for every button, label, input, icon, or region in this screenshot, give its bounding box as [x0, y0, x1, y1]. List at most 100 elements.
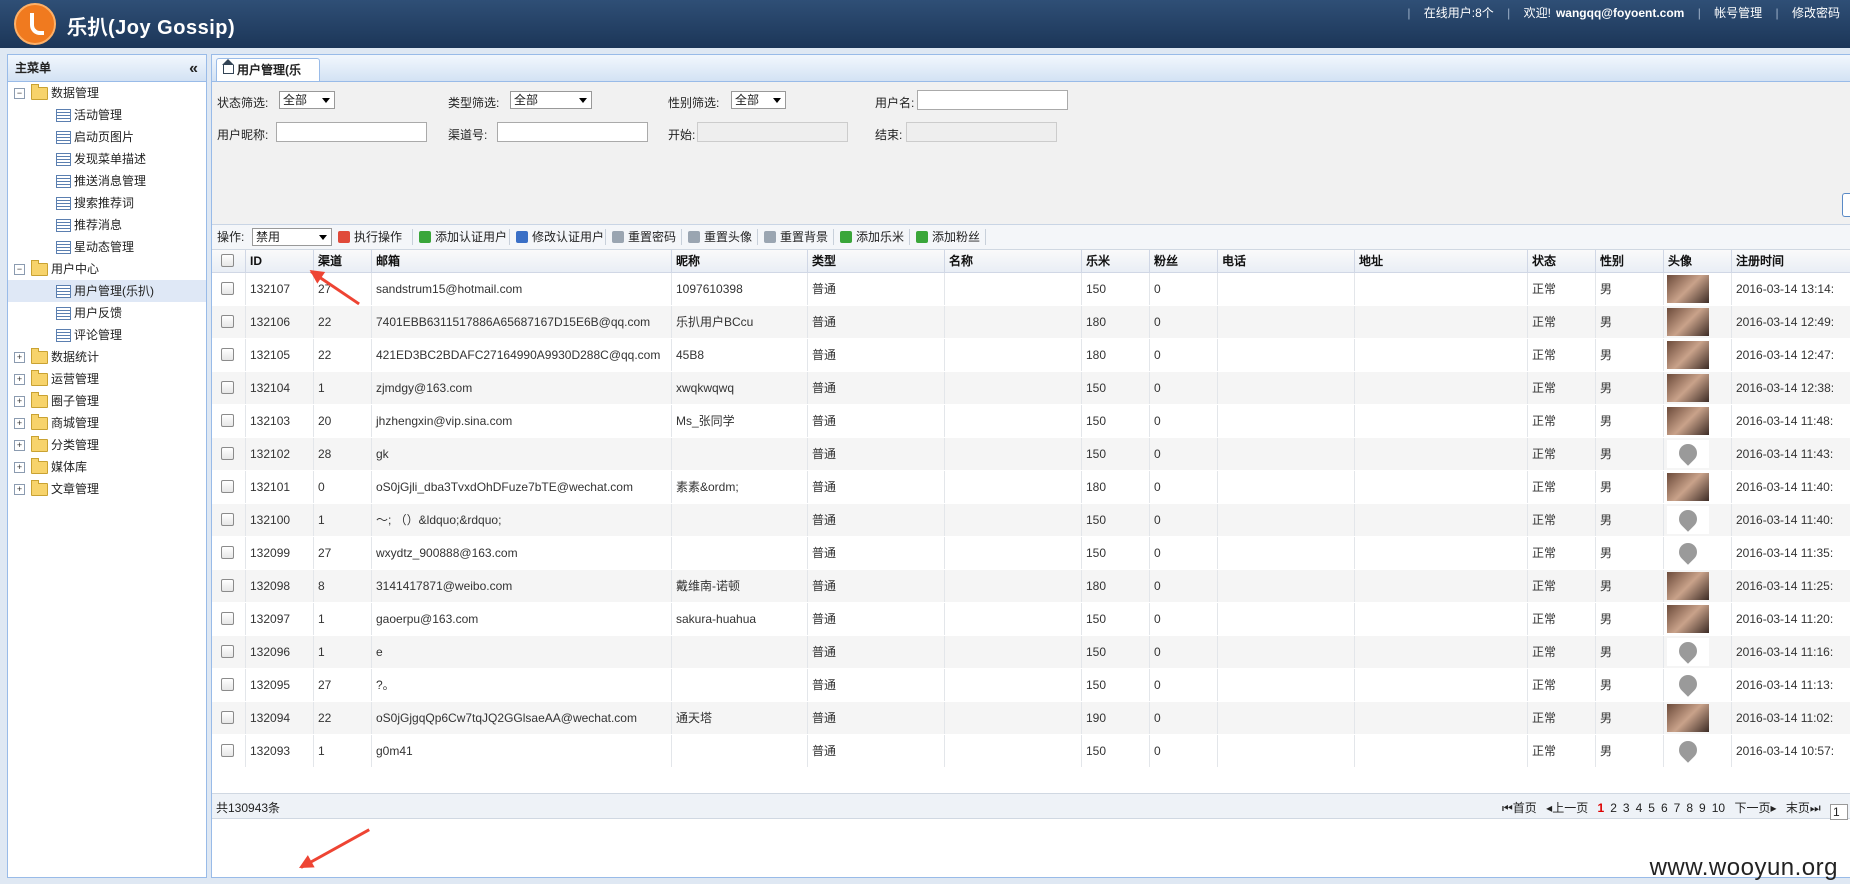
row-checkbox[interactable] [221, 513, 234, 526]
prev-page-button[interactable]: ◂上一页 [1546, 801, 1588, 815]
collapse-node-icon[interactable]: − [14, 88, 25, 99]
collapse-node-icon[interactable]: − [14, 264, 25, 275]
collapse-sidebar-icon[interactable]: « [189, 56, 198, 82]
column-header-fans[interactable]: 粉丝 [1150, 250, 1218, 272]
row-checkbox[interactable] [221, 612, 234, 625]
menu-item[interactable]: + 圈子管理 [8, 390, 206, 412]
column-header-gender[interactable]: 性别 [1596, 250, 1664, 272]
first-page-button[interactable]: ⏮首页 [1502, 801, 1537, 815]
avatar[interactable] [1667, 407, 1709, 435]
operation-select[interactable]: 禁用 [252, 228, 332, 246]
table-row[interactable]: 132093 1 g0m41 普通 150 0 正常男 2016-03-14 10:57: [212, 735, 1850, 768]
menu-item[interactable]: 发现菜单描述 [8, 148, 206, 170]
column-header-phone[interactable]: 电话 [1218, 250, 1355, 272]
row-checkbox[interactable] [221, 678, 234, 691]
default-avatar-icon[interactable] [1667, 440, 1709, 468]
default-avatar-icon[interactable] [1667, 539, 1709, 567]
column-header-email[interactable]: 邮箱 [372, 250, 672, 272]
add-verified-user-button[interactable]: 添加认证用户 [419, 229, 507, 245]
default-avatar-icon[interactable] [1667, 506, 1709, 534]
menu-item[interactable]: 评论管理 [8, 324, 206, 346]
table-row[interactable]: 132106 22 7401EBB6311517886A65687167D15E6B… [212, 306, 1850, 339]
tab-user-management[interactable]: 用户管理(乐 [216, 58, 320, 81]
username-input[interactable] [917, 90, 1068, 110]
avatar[interactable] [1667, 275, 1709, 303]
last-page-button[interactable]: 末页⏭ [1786, 801, 1821, 815]
menu-item[interactable]: + 运营管理 [8, 368, 206, 390]
page-number-link[interactable]: 3 [1623, 801, 1630, 815]
row-checkbox[interactable] [221, 744, 234, 757]
row-checkbox[interactable] [221, 282, 234, 295]
column-header-avatar[interactable]: 头像 [1664, 250, 1732, 272]
menu-item[interactable]: 推荐消息 [8, 214, 206, 236]
table-row[interactable]: 132096 1 e 普通 150 0 正常男 2016-03-14 11:16: [212, 636, 1850, 669]
reset-password-button[interactable]: 重置密码 [612, 229, 676, 245]
avatar[interactable] [1667, 605, 1709, 633]
avatar[interactable] [1667, 473, 1709, 501]
row-checkbox[interactable] [221, 645, 234, 658]
avatar[interactable] [1667, 308, 1709, 336]
menu-item[interactable]: 活动管理 [8, 104, 206, 126]
row-checkbox[interactable] [221, 579, 234, 592]
avatar[interactable] [1667, 704, 1709, 732]
reset-background-button[interactable]: 重置背景 [764, 229, 828, 245]
reset-avatar-button[interactable]: 重置头像 [688, 229, 752, 245]
table-row[interactable]: 132103 20 jhzhengxin@vip.sina.com Ms_张同学 普通 1… [212, 405, 1850, 438]
menu-item[interactable]: 用户管理(乐扒) [8, 280, 206, 302]
table-row[interactable]: 132104 1 zjmdgy@163.com xwqkwqwq 普通 150 0 正常男 20… [212, 372, 1850, 405]
avatar[interactable] [1667, 374, 1709, 402]
page-number-link[interactable]: 9 [1699, 801, 1706, 815]
page-number-input[interactable]: 1 [1830, 804, 1848, 820]
end-date-input[interactable] [906, 122, 1057, 142]
add-fans-button[interactable]: 添加粉丝 [916, 229, 980, 245]
table-row[interactable]: 132095 27?。 普通 150 0 正常男 2016-03-14 11:13: [212, 669, 1850, 702]
table-row[interactable]: 132107 27 sandstrum15@hotmail.com 109761039… [212, 273, 1850, 306]
column-header-channel[interactable]: 渠道 [314, 250, 372, 272]
page-number-link[interactable]: 4 [1636, 801, 1643, 815]
avatar[interactable] [1667, 572, 1709, 600]
expand-node-icon[interactable]: + [14, 396, 25, 407]
default-avatar-icon[interactable] [1667, 737, 1709, 765]
page-number-link[interactable]: 5 [1648, 801, 1655, 815]
menu-item[interactable]: + 文章管理 [8, 478, 206, 500]
execute-operation-button[interactable]: 执行操作 [338, 229, 402, 245]
page-number-link[interactable]: 8 [1686, 801, 1693, 815]
table-row[interactable]: 132101 0 oS0jGjli_dba3TvxdOhDFuze7bTE@wech… [212, 471, 1850, 504]
column-header-type[interactable]: 类型 [808, 250, 945, 272]
row-checkbox[interactable] [221, 480, 234, 493]
expand-node-icon[interactable]: + [14, 440, 25, 451]
default-avatar-icon[interactable] [1667, 671, 1709, 699]
menu-item[interactable]: 推送消息管理 [8, 170, 206, 192]
search-button[interactable] [1842, 193, 1850, 217]
account-management-link[interactable]: 帐号管理 [1714, 6, 1762, 20]
table-row[interactable]: 132099 27 wxydtz_900888@163.com 普通 150 0 正常男 20… [212, 537, 1850, 570]
menu-item[interactable]: + 分类管理 [8, 434, 206, 456]
channel-input[interactable] [497, 122, 648, 142]
page-number-link[interactable]: 6 [1661, 801, 1668, 815]
menu-item[interactable]: 搜索推荐词 [8, 192, 206, 214]
row-checkbox[interactable] [221, 315, 234, 328]
menu-item[interactable]: + 商城管理 [8, 412, 206, 434]
column-header-lemi[interactable]: 乐米 [1082, 250, 1150, 272]
page-number-link[interactable]: 7 [1674, 801, 1681, 815]
gender-filter-select[interactable]: 全部 [731, 91, 786, 109]
table-row[interactable]: 132098 8 3141417871@weibo.com 戴维南-诺顿 普通 180 0 正… [212, 570, 1850, 603]
expand-node-icon[interactable]: + [14, 352, 25, 363]
menu-item[interactable]: 启动页图片 [8, 126, 206, 148]
menu-item[interactable]: + 媒体库 [8, 456, 206, 478]
expand-node-icon[interactable]: + [14, 462, 25, 473]
table-row[interactable]: 132100 1 ～; （）&ldquo;&rdquo; 普通 150 0 正常男 2016-… [212, 504, 1850, 537]
add-lemi-button[interactable]: 添加乐米 [840, 229, 904, 245]
nickname-input[interactable] [276, 122, 427, 142]
page-number-link[interactable]: 1 [1598, 801, 1605, 815]
column-header-nickname[interactable]: 昵称 [672, 250, 808, 272]
row-checkbox[interactable] [221, 711, 234, 724]
menu-item[interactable]: − 用户中心 [8, 258, 206, 280]
change-password-link[interactable]: 修改密码 [1792, 6, 1840, 20]
row-checkbox[interactable] [221, 414, 234, 427]
page-number-link[interactable]: 2 [1610, 801, 1617, 815]
status-filter-select[interactable]: 全部 [279, 91, 335, 109]
next-page-button[interactable]: 下一页▸ [1734, 801, 1776, 815]
default-avatar-icon[interactable] [1667, 638, 1709, 666]
menu-item[interactable]: 星动态管理 [8, 236, 206, 258]
